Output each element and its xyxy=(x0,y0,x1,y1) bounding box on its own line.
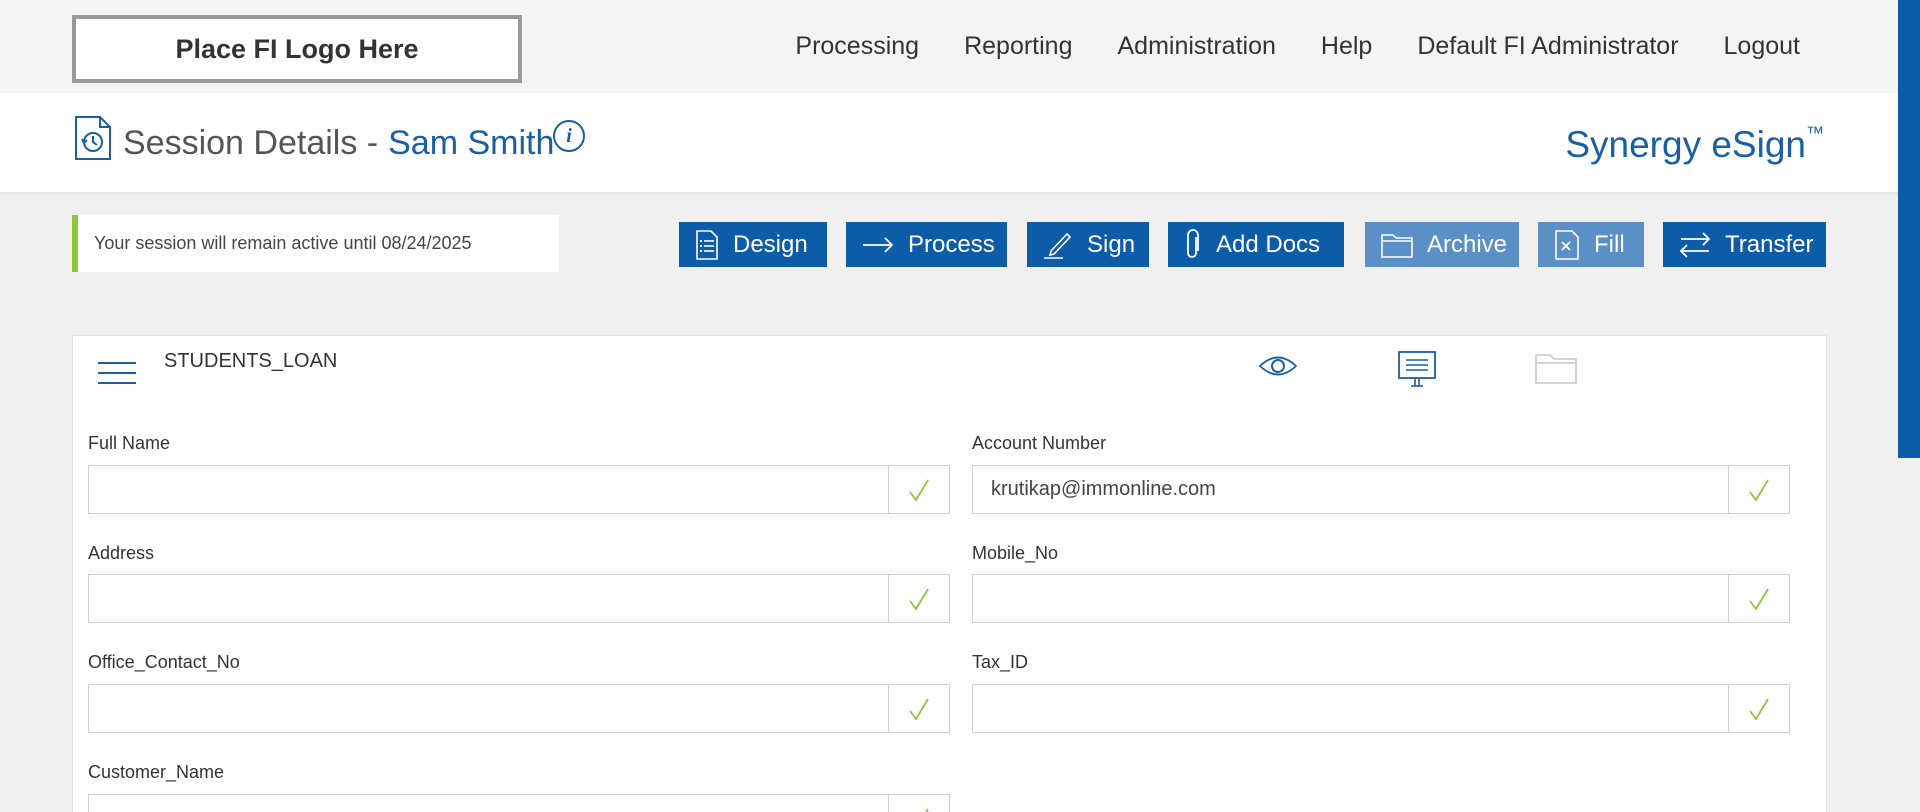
page-title-customer: Sam Smith xyxy=(388,124,555,162)
process-button[interactable]: Process xyxy=(846,222,1007,267)
nav-administration[interactable]: Administration xyxy=(1117,32,1275,61)
sign-button-label: Sign xyxy=(1087,230,1136,258)
mobile-no-label: Mobile_No xyxy=(972,543,1059,563)
transfer-button-label: Transfer xyxy=(1725,230,1814,258)
fi-logo-placeholder: Place FI Logo Here xyxy=(72,15,522,83)
address-label: Address xyxy=(88,543,155,563)
mobile-no-field xyxy=(972,574,1790,623)
nav-user-menu[interactable]: Default FI Administrator xyxy=(1417,32,1678,61)
page-title: Session Details - Sam Smith xyxy=(123,124,554,163)
full-name-input[interactable] xyxy=(89,466,888,513)
address-check-icon xyxy=(888,575,949,622)
pen-sign-icon xyxy=(1044,232,1072,259)
document-panel: STUDENTS_LOAN Full Name Address Office_C… xyxy=(72,335,1827,812)
mobile-no-input[interactable] xyxy=(973,575,1728,622)
main-nav: Processing Reporting Administration Help… xyxy=(795,32,1800,61)
paperclip-icon xyxy=(1187,228,1199,258)
address-input[interactable] xyxy=(89,575,888,622)
process-button-label: Process xyxy=(908,230,995,258)
page-title-bar: Session Details - Sam Smith i Synergy eSi… xyxy=(0,93,1920,192)
page-title-prefix: Session Details - xyxy=(123,124,379,162)
nav-help[interactable]: Help xyxy=(1321,32,1372,61)
nav-processing[interactable]: Processing xyxy=(795,32,919,61)
tax-id-field xyxy=(972,684,1790,733)
folder-disabled-icon xyxy=(1535,354,1577,384)
account-number-check-icon xyxy=(1728,466,1789,513)
brand-name: Synergy eSign™ xyxy=(1565,123,1824,166)
fill-form-icon xyxy=(1555,229,1579,260)
transfer-arrows-icon xyxy=(1679,231,1711,258)
presentation-monitor-icon[interactable] xyxy=(1397,350,1437,388)
design-list-icon xyxy=(696,229,718,260)
customer-name-label: Customer_Name xyxy=(88,762,225,782)
full-name-field xyxy=(88,465,950,514)
office-contact-field xyxy=(88,684,950,733)
hamburger-menu-icon[interactable] xyxy=(98,362,136,386)
transfer-button[interactable]: Transfer xyxy=(1663,222,1826,267)
session-history-icon xyxy=(75,116,111,160)
tax-id-input[interactable] xyxy=(973,685,1728,732)
tax-id-check-icon xyxy=(1728,685,1789,732)
customer-name-field xyxy=(88,794,950,812)
nav-reporting[interactable]: Reporting xyxy=(964,32,1072,61)
mobile-no-check-icon xyxy=(1728,575,1789,622)
trademark-symbol: ™ xyxy=(1806,123,1824,143)
info-icon[interactable]: i xyxy=(553,120,585,152)
fill-button-label: Fill xyxy=(1594,230,1625,258)
customer-name-input[interactable] xyxy=(89,795,888,812)
archive-button-label: Archive xyxy=(1427,230,1508,258)
design-button-label: Design xyxy=(733,230,808,258)
office-contact-check-icon xyxy=(888,685,949,732)
office-contact-label: Office_Contact_No xyxy=(88,652,240,672)
eye-preview-icon[interactable] xyxy=(1258,351,1298,381)
full-name-label: Full Name xyxy=(88,433,171,453)
session-notice: Your session will remain active until 08… xyxy=(72,215,559,272)
nav-logout[interactable]: Logout xyxy=(1724,32,1800,61)
office-contact-input[interactable] xyxy=(89,685,888,732)
address-field xyxy=(88,574,950,623)
scrollbar[interactable] xyxy=(1898,0,1920,458)
add-docs-button[interactable]: Add Docs xyxy=(1168,222,1344,267)
archive-button[interactable]: Archive xyxy=(1365,222,1519,267)
account-number-input[interactable] xyxy=(973,466,1728,513)
account-number-field xyxy=(972,465,1790,514)
top-navigation-bar: Place FI Logo Here Processing Reporting … xyxy=(0,0,1920,93)
brand-text: Synergy eSign xyxy=(1565,124,1806,165)
customer-name-check-icon xyxy=(888,795,949,812)
design-button[interactable]: Design xyxy=(679,222,827,267)
arrow-right-icon xyxy=(863,236,894,253)
account-number-label: Account Number xyxy=(972,433,1107,453)
document-title: STUDENTS_LOAN xyxy=(164,350,338,372)
sign-button[interactable]: Sign xyxy=(1027,222,1149,267)
full-name-check-icon xyxy=(888,466,949,513)
tax-id-label: Tax_ID xyxy=(972,652,1029,672)
fill-button[interactable]: Fill xyxy=(1538,222,1644,267)
add-docs-button-label: Add Docs xyxy=(1216,230,1321,258)
folder-icon xyxy=(1381,233,1413,258)
